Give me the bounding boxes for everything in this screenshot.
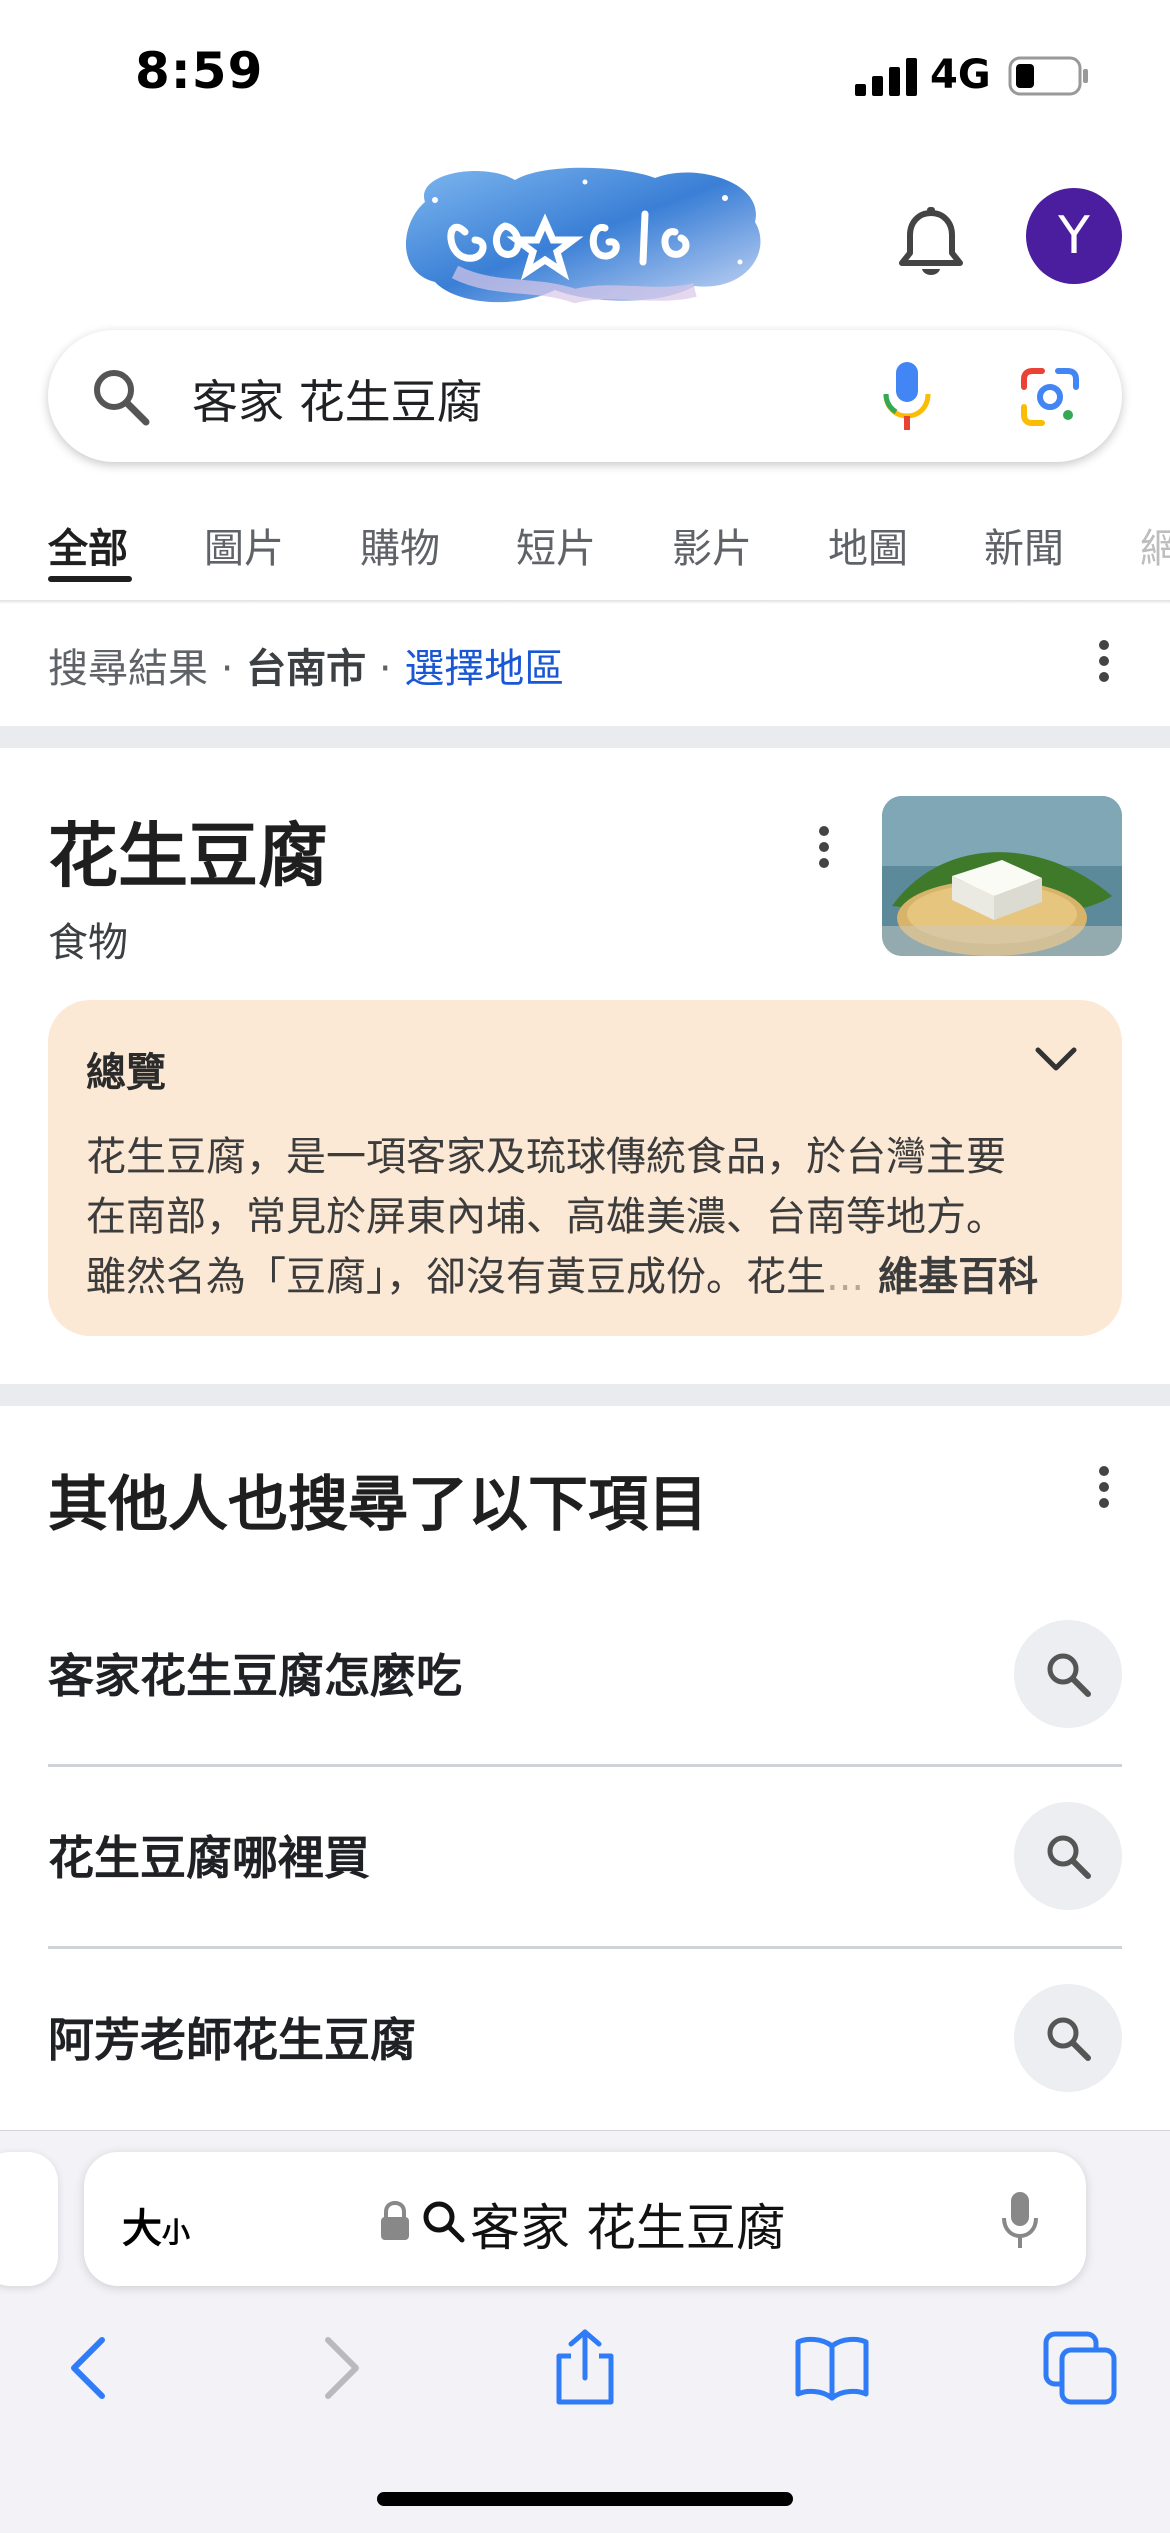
text-size-large: 大: [122, 2206, 162, 2252]
bookmarks-book-icon[interactable]: [792, 2328, 872, 2408]
search-icon: [94, 370, 150, 426]
choose-region-link[interactable]: 選擇地區: [404, 646, 564, 692]
search-icon: [1047, 1835, 1091, 1879]
wikipedia-source-link[interactable]: 維基百科: [864, 1254, 1038, 1300]
related-search-item[interactable]: 客家花生豆腐怎麼吃: [48, 1640, 462, 1706]
overview-title: 總覽: [86, 1050, 166, 1096]
knowledge-panel-title: 花生豆腐: [48, 815, 328, 897]
status-time: 8:59: [135, 42, 264, 100]
overview-text: 雖然名為「豆腐」，卻沒有黃豆成份。花生: [86, 1254, 826, 1300]
tabs-divider: [0, 600, 1170, 604]
knowledge-panel-more-options-icon[interactable]: [816, 826, 832, 876]
chevron-down-icon[interactable]: [1034, 1044, 1078, 1074]
overview-text-line-last: 雖然名為「豆腐」，卻沒有黃豆成份。花生... 維基百科: [86, 1244, 1038, 1302]
tab-maps[interactable]: 地圖: [828, 516, 908, 574]
network-label: 4G: [930, 52, 991, 98]
search-icon: [423, 2201, 465, 2243]
google-doodle-logo[interactable]: [395, 162, 775, 310]
tab-short-videos[interactable]: 短片: [516, 516, 596, 574]
tab-web-partial[interactable]: 網: [1140, 516, 1170, 574]
peanut-tofu-thumbnail[interactable]: [882, 796, 1122, 956]
people-also-search-title: 其他人也搜尋了以下項目: [48, 1470, 708, 1540]
overview-text-line: 在南部，常見於屏東內埔、高雄美濃、台南等地方。: [86, 1194, 1006, 1240]
tab-all[interactable]: 全部: [48, 516, 128, 574]
text-size-small: 小: [162, 2216, 191, 2249]
address-bar-text[interactable]: 客家 花生豆腐: [470, 2188, 786, 2260]
tab-images[interactable]: 圖片: [204, 516, 284, 574]
tabs-overview-icon[interactable]: [1040, 2328, 1120, 2408]
tab-news[interactable]: 新聞: [984, 516, 1064, 574]
location-prefix: 搜尋結果 ·: [48, 646, 247, 692]
location-separator: ·: [366, 646, 405, 692]
related-search-item[interactable]: 阿芳老師花生豆腐: [48, 2004, 416, 2070]
account-avatar[interactable]: Y: [1026, 188, 1122, 284]
overview-text-line: 花生豆腐，是一項客家及琉球傳統食品，於台灣主要: [86, 1134, 1006, 1180]
battery-icon: [1008, 56, 1088, 96]
related-search-button[interactable]: [1014, 1802, 1122, 1910]
related-search-item[interactable]: 花生豆腐哪裡買: [48, 1822, 370, 1888]
google-lens-camera-icon[interactable]: [1018, 365, 1082, 429]
search-icon: [1047, 1653, 1091, 1697]
back-arrow-icon[interactable]: [50, 2328, 130, 2408]
home-indicator: [377, 2492, 793, 2506]
tab-shopping[interactable]: 購物: [360, 516, 440, 574]
cellular-signal-icon: [855, 58, 917, 96]
list-separator: [48, 1946, 1122, 1949]
notifications-bell-icon[interactable]: [896, 205, 966, 279]
location-city: 台南市: [246, 646, 367, 692]
section-divider: [0, 726, 1170, 748]
section-divider: [0, 1384, 1170, 1406]
knowledge-panel-subtitle: 食物: [48, 920, 128, 966]
overview-ellipsis: ...: [826, 1254, 865, 1300]
search-icon: [1047, 2017, 1091, 2061]
list-separator: [48, 1764, 1122, 1767]
tab-videos[interactable]: 影片: [672, 516, 752, 574]
related-search-button[interactable]: [1014, 1984, 1122, 2092]
search-query-input[interactable]: 客家 花生豆腐: [192, 366, 483, 432]
related-search-button[interactable]: [1014, 1620, 1122, 1728]
lock-icon: [381, 2200, 409, 2240]
forward-arrow-icon[interactable]: [300, 2328, 380, 2408]
location-row: 搜尋結果 · 台南市 · 選擇地區: [48, 636, 564, 694]
active-tab-indicator: [48, 576, 132, 582]
share-icon[interactable]: [545, 2328, 625, 2408]
voice-search-mic-icon[interactable]: [880, 360, 934, 432]
previous-tab-peek[interactable]: [0, 2152, 58, 2286]
people-also-search-more-options-icon[interactable]: [1096, 1466, 1112, 1516]
text-size-button[interactable]: 大小: [122, 2196, 190, 2254]
dictation-mic-icon[interactable]: [1000, 2190, 1040, 2250]
location-more-options-icon[interactable]: [1096, 640, 1112, 690]
